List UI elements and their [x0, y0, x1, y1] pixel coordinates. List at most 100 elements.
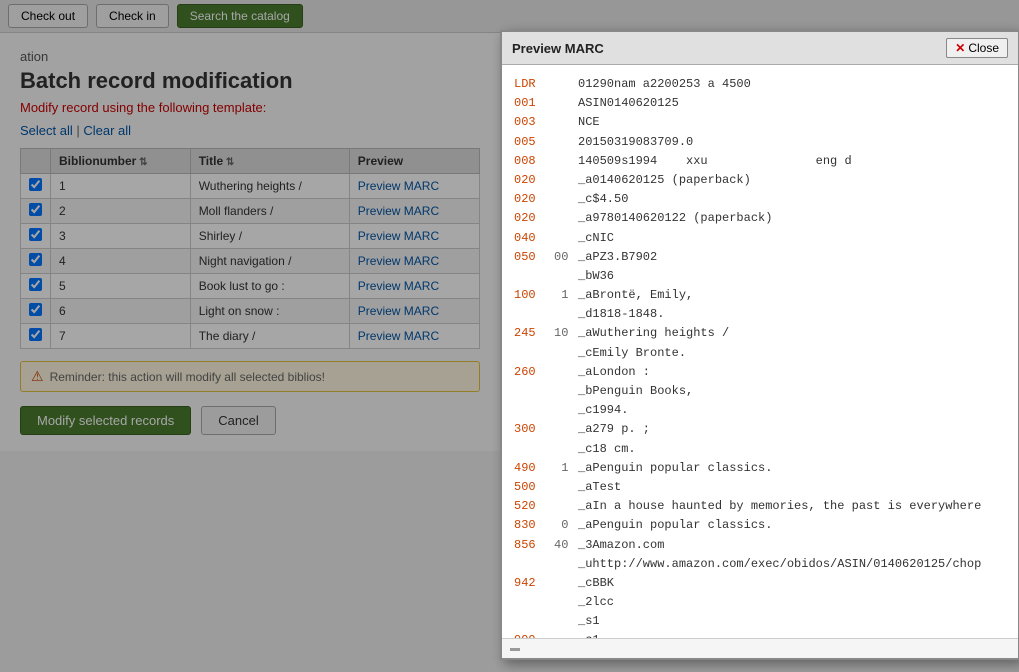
marc-line: 942 _cBBK — [514, 574, 1006, 593]
marc-tag: 020 — [514, 190, 550, 209]
marc-data: _d1818-1848. — [578, 305, 664, 324]
marc-tag: 490 — [514, 459, 550, 478]
marc-line: 020 _a9780140620122 (paperback) — [514, 209, 1006, 228]
marc-line: _c1994. — [514, 401, 1006, 420]
marc-line: _s1 — [514, 612, 1006, 631]
marc-indicators — [554, 555, 574, 574]
marc-tag: 300 — [514, 420, 550, 439]
marc-data: _c$4.50 — [578, 190, 628, 209]
marc-indicators — [554, 574, 574, 593]
marc-indicators: 10 — [554, 324, 574, 343]
marc-tag: LDR — [514, 75, 550, 94]
marc-indicators — [554, 478, 574, 497]
marc-indicators — [554, 229, 574, 248]
marc-tag: 520 — [514, 497, 550, 516]
marc-indicators — [554, 382, 574, 401]
marc-tag: 020 — [514, 171, 550, 190]
marc-indicators — [554, 190, 574, 209]
marc-tag: 008 — [514, 152, 550, 171]
marc-tag: 942 — [514, 574, 550, 593]
marc-tag — [514, 555, 550, 574]
marc-data: _a279 p. ; — [578, 420, 650, 439]
marc-tag: 050 — [514, 248, 550, 267]
marc-data: _bPenguin Books, — [578, 382, 693, 401]
marc-indicators — [554, 209, 574, 228]
marc-line: LDR 01290nam a2200253 a 4500 — [514, 75, 1006, 94]
marc-data: _2lcc — [578, 593, 614, 612]
marc-data: _bW36 — [578, 267, 614, 286]
marc-indicators: 1 — [554, 459, 574, 478]
marc-line: _uhttp://www.amazon.com/exec/obidos/ASIN… — [514, 555, 1006, 574]
marc-tag: 856 — [514, 536, 550, 555]
marc-line: 300 _a279 p. ; — [514, 420, 1006, 439]
marc-tag: 500 — [514, 478, 550, 497]
close-button-label: Close — [968, 41, 999, 55]
close-x-icon: ✕ — [955, 41, 965, 55]
marc-tag: 003 — [514, 113, 550, 132]
modal-close-button[interactable]: ✕ Close — [946, 38, 1008, 58]
marc-data: _aTest — [578, 478, 621, 497]
marc-indicators: 40 — [554, 536, 574, 555]
marc-data: _c18 cm. — [578, 440, 636, 459]
marc-line: 040 _cNIC — [514, 229, 1006, 248]
marc-line: 85640_3Amazon.com — [514, 536, 1006, 555]
marc-line: _d1818-1848. — [514, 305, 1006, 324]
marc-line: 830 0_aPenguin popular classics. — [514, 516, 1006, 535]
marc-tag: 830 — [514, 516, 550, 535]
modal-titlebar: Preview MARC ✕ Close — [502, 32, 1018, 65]
marc-data: _aLondon : — [578, 363, 650, 382]
marc-data: 140509s1994 xxu eng d — [578, 152, 852, 171]
marc-indicators — [554, 420, 574, 439]
preview-marc-dialog: Preview MARC ✕ Close LDR 01290nam a220025… — [500, 30, 1019, 660]
marc-indicators — [554, 440, 574, 459]
marc-data: _3Amazon.com — [578, 536, 664, 555]
marc-tag: 005 — [514, 133, 550, 152]
marc-data: _aBrontë, Emily, — [578, 286, 693, 305]
modal-title: Preview MARC — [512, 41, 604, 56]
marc-tag — [514, 305, 550, 324]
marc-tag: 260 — [514, 363, 550, 382]
marc-data: ASIN0140620125 — [578, 94, 679, 113]
marc-indicators: 00 — [554, 248, 574, 267]
marc-line: 008 140509s1994 xxu eng d — [514, 152, 1006, 171]
marc-tag — [514, 401, 550, 420]
marc-tag — [514, 593, 550, 612]
marc-line: _bW36 — [514, 267, 1006, 286]
marc-tag: 100 — [514, 286, 550, 305]
marc-data: _aPZ3.B7902 — [578, 248, 657, 267]
marc-line: 24510_aWuthering heights / — [514, 324, 1006, 343]
marc-line: 490 1_aPenguin popular classics. — [514, 459, 1006, 478]
marc-indicators — [554, 401, 574, 420]
marc-data: NCE — [578, 113, 600, 132]
marc-indicators: 0 — [554, 516, 574, 535]
marc-tag — [514, 440, 550, 459]
marc-data: 01290nam a2200253 a 4500 — [578, 75, 751, 94]
marc-data: _uhttp://www.amazon.com/exec/obidos/ASIN… — [578, 555, 981, 574]
marc-indicators: 1 — [554, 286, 574, 305]
marc-indicators — [554, 267, 574, 286]
marc-content-body[interactable]: LDR01290nam a2200253 a 4500001 ASIN01406… — [502, 65, 1018, 638]
marc-data: _cBBK — [578, 574, 614, 593]
marc-indicators — [554, 113, 574, 132]
marc-indicators — [554, 94, 574, 113]
marc-data: _a0140620125 (paperback) — [578, 171, 751, 190]
modal-footer: ▬ — [502, 638, 1018, 658]
marc-line: 005 20150319083709.0 — [514, 133, 1006, 152]
marc-line: 020 _a0140620125 (paperback) — [514, 171, 1006, 190]
marc-line: 500 _aTest — [514, 478, 1006, 497]
marc-tag — [514, 267, 550, 286]
marc-tag — [514, 344, 550, 363]
marc-indicators — [554, 171, 574, 190]
marc-tag: 001 — [514, 94, 550, 113]
marc-data: _cEmily Bronte. — [578, 344, 686, 363]
marc-data: 20150319083709.0 — [578, 133, 693, 152]
marc-indicators — [554, 152, 574, 171]
marc-indicators — [554, 344, 574, 363]
marc-tag — [514, 382, 550, 401]
marc-indicators — [554, 363, 574, 382]
marc-data: _a9780140620122 (paperback) — [578, 209, 772, 228]
marc-data: _aPenguin popular classics. — [578, 459, 772, 478]
marc-data: _c1994. — [578, 401, 628, 420]
marc-data: _aPenguin popular classics. — [578, 516, 772, 535]
marc-line: 003 NCE — [514, 113, 1006, 132]
